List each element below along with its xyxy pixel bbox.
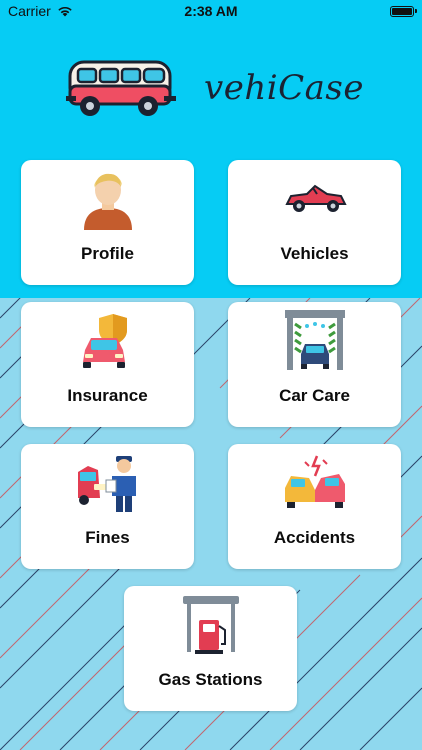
fuel-pump-icon <box>182 596 239 654</box>
menu-tile-gas-stations[interactable]: Gas Stations <box>124 586 297 711</box>
carrier-label: Carrier <box>8 3 51 19</box>
menu-tile-profile[interactable]: Profile <box>21 160 194 285</box>
menu-label-gas-stations: Gas Stations <box>158 670 263 689</box>
menu-tile-car-care[interactable]: Car Care <box>228 302 401 427</box>
battery-icon <box>390 5 417 17</box>
person-icon <box>83 173 132 230</box>
convertible-car-icon <box>284 184 347 212</box>
wifi-icon <box>58 6 72 17</box>
battery-fill <box>392 7 412 15</box>
menu-label-accidents: Accidents <box>273 528 356 547</box>
car-crash-icon <box>284 455 345 508</box>
insured-car-icon <box>82 314 127 368</box>
car-wash-icon <box>284 310 345 370</box>
menu-tile-accidents[interactable]: Accidents <box>228 444 401 569</box>
menu-label-fines: Fines <box>85 528 130 547</box>
app-brand: vehiCase <box>66 56 364 120</box>
menu-tile-fines[interactable]: Fines <box>21 444 194 569</box>
menu-tile-insurance[interactable]: Insurance <box>21 302 194 427</box>
police-officer-icon <box>77 456 136 512</box>
app-title: vehiCase <box>204 68 364 108</box>
menu-tile-vehicles[interactable]: Vehicles <box>228 160 401 285</box>
menu-label-insurance: Insurance <box>67 386 148 405</box>
van-icon <box>66 60 176 116</box>
status-bar: Carrier 2:38 AM <box>0 0 422 22</box>
menu-label-vehicles: Vehicles <box>280 244 349 263</box>
menu-label-car-care: Car Care <box>279 386 350 405</box>
menu-label-profile: Profile <box>81 244 134 263</box>
